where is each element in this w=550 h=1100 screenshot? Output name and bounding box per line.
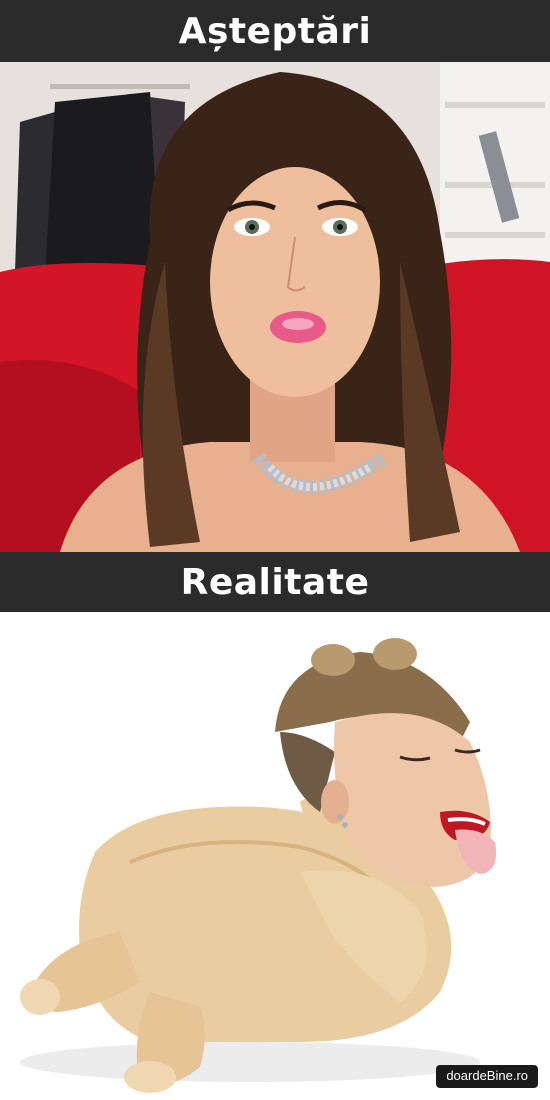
caption-expectations: Așteptări (0, 0, 550, 62)
caption-expectations-text: Așteptări (178, 10, 372, 52)
reality-photo: doardeBine.ro (0, 612, 550, 1100)
watermark-label: doardeBine.ro (436, 1065, 538, 1088)
caption-reality: Realitate (0, 552, 550, 612)
caption-reality-text: Realitate (180, 561, 370, 603)
selfie-photo-icon (0, 62, 550, 552)
expectation-photo (0, 62, 550, 552)
chicken-collage-photo-icon (0, 612, 550, 1100)
